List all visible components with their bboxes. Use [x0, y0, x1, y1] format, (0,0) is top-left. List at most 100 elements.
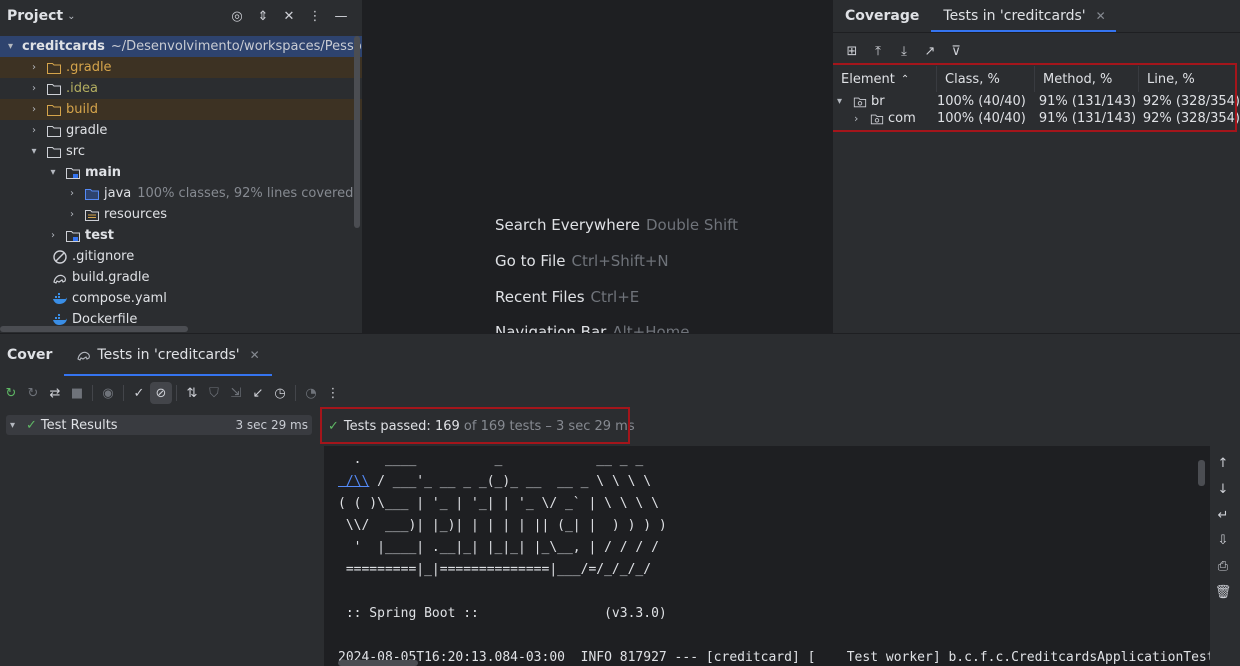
show-passed-icon[interactable]: ✓ [128, 382, 150, 404]
chevron-down-icon[interactable]: ▾ [46, 167, 60, 178]
chevron-down-icon[interactable]: ⌄ [67, 11, 75, 22]
project-panel-header: Project ⌄ ◎ ⇕ ✕ ⋮ — [0, 0, 362, 32]
tree-item-main[interactable]: ▾ main [0, 162, 362, 183]
chevron-right-icon[interactable]: › [27, 125, 41, 136]
show-ignored-icon[interactable]: ⊘ [150, 382, 172, 404]
tree-item-build[interactable]: › build [0, 99, 362, 120]
ignore-file-icon [53, 249, 67, 264]
tree-item-idea[interactable]: › .idea [0, 78, 362, 99]
project-panel-title[interactable]: Project [7, 8, 63, 24]
chevron-right-icon[interactable]: › [27, 104, 41, 115]
scroll-to-end-icon[interactable]: ⇩ [1212, 529, 1234, 551]
source-set-folder-icon [66, 167, 80, 179]
folder-icon [47, 104, 61, 116]
vertical-scrollbar[interactable] [354, 36, 360, 228]
highlight-box [833, 63, 1237, 132]
arrow-down-icon[interactable]: ↓ [1212, 478, 1234, 500]
print-icon[interactable]: ⎙ [1212, 555, 1234, 577]
console-line: :: Spring Boot :: (v3.3.0) [338, 606, 667, 621]
tab-cover[interactable]: Cover [0, 339, 64, 371]
toggle-auto-test-icon[interactable]: ⇄ [44, 382, 66, 404]
export-icon[interactable]: ↙ [247, 382, 269, 404]
tree-item-creditcards[interactable]: ▾ creditcards ~/Desenvolvimento/workspac… [0, 36, 362, 57]
horizontal-scrollbar[interactable] [0, 326, 188, 332]
tree-item-label: .gitignore [72, 249, 135, 264]
hint-action: Navigation Bar [495, 323, 607, 333]
console-link[interactable]: /\\ [338, 474, 370, 489]
hide-panel-icon[interactable]: — [330, 5, 352, 27]
import-tests-icon[interactable]: ⇲ [225, 382, 247, 404]
console-line: . ____ _ __ _ _ [338, 452, 644, 467]
history-icon[interactable]: ◷ [269, 382, 291, 404]
hint-shortcut: Alt+Home [612, 323, 690, 333]
chevron-down-icon[interactable]: ▾ [8, 41, 13, 52]
check-icon: ✓ [26, 417, 37, 433]
scroll-from-source-icon[interactable]: ⤒ [867, 40, 889, 62]
chevron-right-icon[interactable]: › [27, 83, 41, 94]
chevron-right-icon[interactable]: › [65, 188, 79, 199]
test-run-icon [77, 351, 91, 361]
tab-label: Coverage [845, 8, 920, 24]
console-horizontal-scrollbar[interactable] [338, 660, 418, 666]
test-results-duration: 3 sec 29 ms [235, 418, 308, 432]
export-icon[interactable]: ↗ [919, 40, 941, 62]
tree-item-build-gradle[interactable]: build.gradle [0, 267, 362, 288]
chevron-down-icon[interactable]: ▾ [10, 420, 24, 431]
speedometer-icon[interactable]: ◔ [300, 382, 322, 404]
tree-item-gradle-dir[interactable]: › .gradle [0, 57, 362, 78]
tree-item-label: compose.yaml [72, 291, 167, 306]
tree-item-gradle[interactable]: › gradle [0, 120, 362, 141]
tab-run-tests-in-creditcards[interactable]: Tests in 'creditcards' ✕ [64, 334, 272, 376]
tree-item-src[interactable]: ▾ src [0, 141, 362, 162]
more-options-icon[interactable]: ⋮ [322, 382, 344, 404]
project-panel: Project ⌄ ◎ ⇕ ✕ ⋮ — ▾ creditcards ~/Dese… [0, 0, 362, 333]
tree-item-path: ~/Desenvolvimento/workspaces/Pessoal/cre… [110, 39, 362, 54]
sort-icon[interactable]: ⇅ [181, 382, 203, 404]
hint-shortcut: Ctrl+Shift+N [571, 252, 669, 270]
chevron-right-icon[interactable]: › [27, 62, 41, 73]
filter-icon[interactable]: ⊽ [945, 40, 967, 62]
close-icon[interactable]: ✕ [250, 348, 260, 362]
chevron-right-icon[interactable]: › [46, 230, 60, 241]
close-icon[interactable]: ✕ [1096, 9, 1106, 23]
trash-icon[interactable]: 🗑 [1212, 581, 1234, 603]
scroll-to-source-icon[interactable]: ⤓ [893, 40, 915, 62]
hint-action: Recent Files [495, 288, 585, 306]
source-set-folder-icon [66, 230, 80, 242]
eye-icon[interactable]: ◉ [97, 382, 119, 404]
arrow-up-icon[interactable]: ↑ [1212, 452, 1234, 474]
tree-item-test[interactable]: › test [0, 225, 362, 246]
chevron-right-icon[interactable]: › [65, 209, 79, 220]
tree-item-resources[interactable]: › resources [0, 204, 362, 225]
chevron-down-icon[interactable]: ▾ [27, 146, 41, 157]
tab-coverage[interactable]: Coverage [833, 0, 931, 32]
folder-icon [47, 125, 61, 137]
hint-action: Search Everywhere [495, 216, 640, 234]
tab-tests-in-creditcards[interactable]: Tests in 'creditcards' ✕ [931, 0, 1116, 32]
rerun-icon[interactable]: ↻ [0, 382, 22, 404]
rerun-failed-icon[interactable]: ↻ [22, 382, 44, 404]
soft-wrap-icon[interactable]: ↵ [1212, 504, 1234, 526]
test-results-label: Test Results [40, 417, 118, 433]
folder-icon [47, 146, 61, 158]
collapse-all-icon[interactable]: ✕ [278, 5, 300, 27]
stop-icon[interactable]: ■ [66, 382, 88, 404]
test-results-node[interactable]: ▾ ✓ Test Results 3 sec 29 ms [6, 415, 312, 435]
coverage-annotation: 100% classes, 92% lines covered [137, 186, 354, 201]
console-output[interactable]: . ____ _ __ _ _ /\\ / ___'_ __ _ _(_)_ _… [324, 446, 1210, 666]
toolbar-separator [123, 385, 124, 401]
tab-label: Cover [7, 347, 53, 363]
coverage-toolbar: ⊞ ⤒ ⤓ ↗ ⊽ [841, 40, 967, 62]
tree-item-java[interactable]: › java 100% classes, 92% lines covered [0, 183, 362, 204]
shield-icon[interactable]: ⛉ [203, 382, 225, 404]
flatten-packages-icon[interactable]: ⊞ [841, 40, 863, 62]
expand-all-icon[interactable]: ⇕ [252, 5, 274, 27]
tree-item-gitignore[interactable]: .gitignore [0, 246, 362, 267]
console-scrollbar[interactable] [1198, 460, 1205, 486]
toolbar-separator [295, 385, 296, 401]
more-options-icon[interactable]: ⋮ [304, 5, 326, 27]
hint-search-everywhere: Search Everywhere Double Shift [495, 216, 738, 234]
locate-icon[interactable]: ◎ [226, 5, 248, 27]
tree-item-compose[interactable]: compose.yaml [0, 288, 362, 309]
tree-item-label: creditcards [22, 39, 105, 54]
